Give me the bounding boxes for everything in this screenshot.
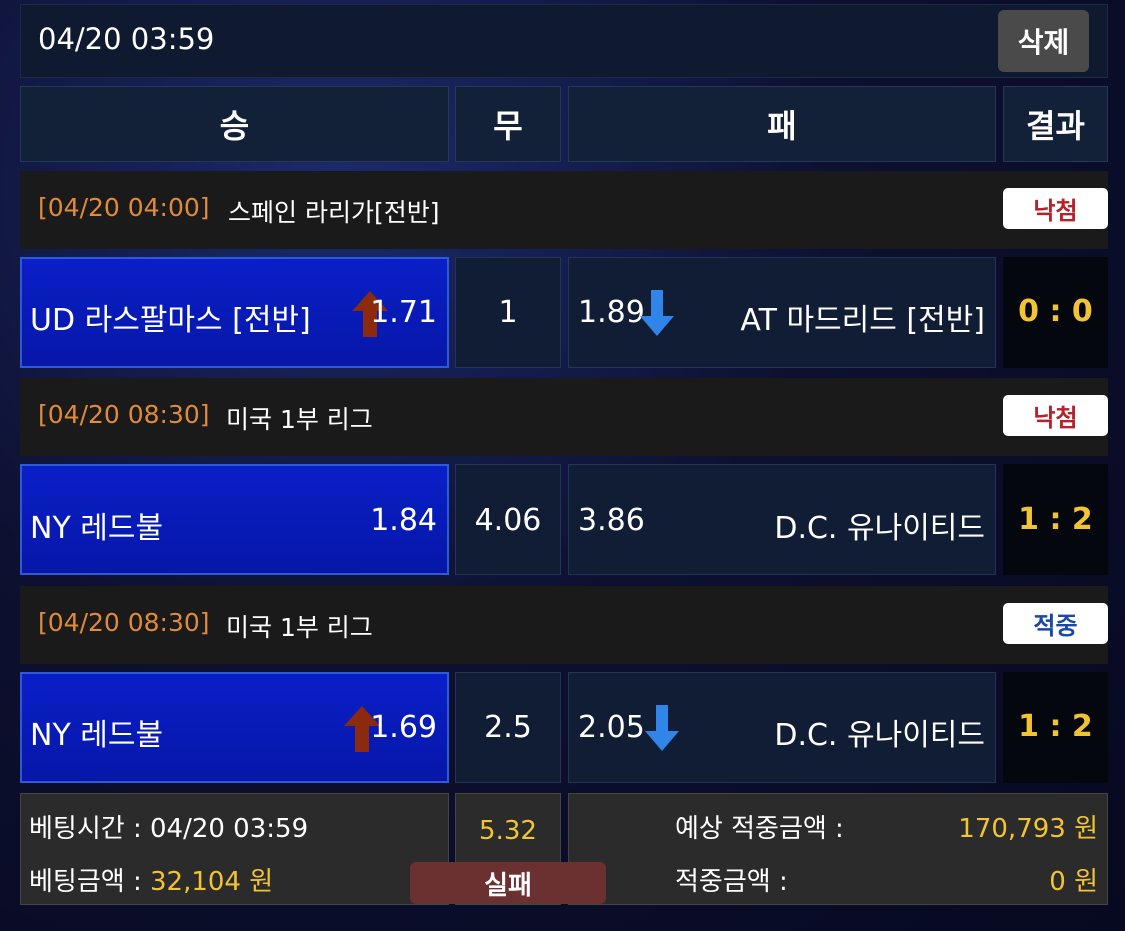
away-odds: 1.89: [578, 295, 645, 330]
payout-panel: 예상 적중금액 : 170,793 원 적중금액 : 0 원: [568, 793, 1108, 905]
expected-win-amount: 170,793 원: [958, 814, 1098, 844]
result-badge: 낙첨: [1003, 395, 1108, 436]
home-team-name: NY 레드불: [30, 718, 164, 753]
draw-odds: 1: [498, 295, 518, 330]
draw-odds: 2.5: [484, 710, 532, 745]
home-team-name: NY 레드불: [30, 511, 164, 546]
odds-down-arrow-icon: [640, 290, 674, 336]
bet-status-button[interactable]: 실패: [410, 862, 606, 904]
home-odds-cell[interactable]: NY 레드불 1.84: [20, 464, 449, 575]
home-odds: 1.69: [370, 710, 437, 745]
column-header-draw: 무: [455, 86, 561, 162]
result-badge: 적중: [1003, 603, 1108, 644]
home-odds-cell[interactable]: UD 라스팔마스 [전반] 1.71: [20, 257, 449, 368]
away-odds-cell[interactable]: 3.86 D.C. 유나이티드: [568, 464, 996, 575]
bet-amount-value: 32,104 원: [149, 867, 274, 897]
home-team-name: UD 라스팔마스 [전반]: [30, 303, 311, 338]
home-odds: 1.71: [370, 295, 437, 330]
bet-time-value: 04/20 03:59: [149, 814, 309, 844]
bet-info-panel: 베팅시간 : 04/20 03:59 베팅금액 : 32,104 원: [20, 793, 449, 905]
league-name: 미국 1부 리그: [226, 405, 373, 434]
total-odds: 5.32: [479, 816, 537, 846]
away-odds: 2.05: [578, 710, 645, 745]
draw-odds: 4.06: [474, 503, 542, 538]
match-time: [04/20 04:00]: [38, 193, 210, 222]
away-odds: 3.86: [578, 503, 645, 538]
home-odds-cell[interactable]: NY 레드불 1.69: [20, 672, 449, 783]
match-score: 1 : 2: [1018, 709, 1093, 744]
bet-amount-label: 베팅금액 :: [29, 867, 150, 897]
bet-time-label: 베팅시간 :: [29, 814, 150, 844]
league-name: 미국 1부 리그: [226, 613, 373, 642]
score-cell: 0 : 0: [1003, 257, 1108, 368]
column-header-lose: 패: [568, 86, 996, 162]
match-score: 1 : 2: [1018, 502, 1093, 537]
score-cell: 1 : 2: [1003, 672, 1108, 783]
win-amount-label: 적중금액 :: [675, 867, 788, 897]
column-header-result: 결과: [1003, 86, 1108, 162]
away-team-name: AT 마드리드 [전반]: [740, 303, 985, 338]
bet-amount-row: 베팅금액 : 32,104 원: [29, 861, 273, 898]
match-score: 0 : 0: [1018, 294, 1093, 329]
away-odds-cell[interactable]: 1.89 AT 마드리드 [전반]: [568, 257, 996, 368]
delete-button[interactable]: 삭제: [998, 10, 1089, 72]
result-badge: 낙첨: [1003, 188, 1108, 229]
league-name: 스페인 라리가[전반]: [228, 198, 440, 227]
away-team-name: D.C. 유나이티드: [774, 718, 985, 753]
expected-win-label: 예상 적중금액 :: [675, 814, 844, 844]
match-time: [04/20 08:30]: [38, 400, 210, 429]
column-header-win: 승: [20, 86, 449, 162]
draw-odds-cell[interactable]: 2.5: [455, 672, 561, 783]
draw-odds-cell[interactable]: 1: [455, 257, 561, 368]
win-amount: 0 원: [1049, 867, 1098, 897]
match-time: [04/20 08:30]: [38, 608, 210, 637]
home-odds: 1.84: [370, 503, 437, 538]
away-odds-cell[interactable]: 2.05 D.C. 유나이티드: [568, 672, 996, 783]
slip-datetime: 04/20 03:59: [38, 22, 215, 56]
score-cell: 1 : 2: [1003, 464, 1108, 575]
odds-down-arrow-icon: [645, 705, 679, 751]
draw-odds-cell[interactable]: 4.06: [455, 464, 561, 575]
bet-time-row: 베팅시간 : 04/20 03:59: [29, 808, 308, 845]
away-team-name: D.C. 유나이티드: [774, 511, 985, 546]
